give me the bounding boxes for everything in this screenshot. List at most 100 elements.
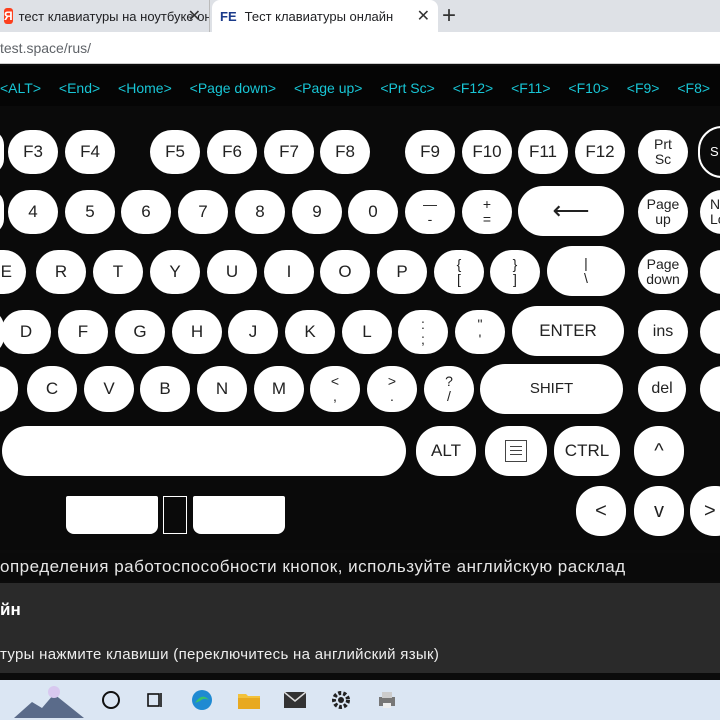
- key-c[interactable]: C: [27, 366, 77, 412]
- key-page-down[interactable]: Page down: [638, 250, 688, 294]
- key-f6[interactable]: F6: [207, 130, 257, 174]
- key-d[interactable]: D: [1, 310, 51, 354]
- key-l[interactable]: L: [342, 310, 392, 354]
- key-y[interactable]: Y: [150, 250, 200, 294]
- key-label-bottom: ': [478, 331, 482, 347]
- key-num-partial[interactable]: [700, 250, 720, 294]
- key-label-bottom: .: [390, 388, 394, 404]
- key-delete[interactable]: del: [638, 366, 686, 412]
- key-quote[interactable]: " ': [455, 310, 505, 354]
- key-7[interactable]: 7: [178, 190, 228, 234]
- key-scroll-lock-partial[interactable]: S: [698, 126, 720, 178]
- key-right-shift[interactable]: SHIFT: [480, 364, 623, 414]
- key-p[interactable]: P: [377, 250, 427, 294]
- key-f8[interactable]: F8: [320, 130, 370, 174]
- new-tab-button[interactable]: +: [442, 2, 456, 30]
- printer-app-icon[interactable]: [370, 680, 404, 720]
- key-r[interactable]: R: [36, 250, 86, 294]
- key-f10[interactable]: F10: [462, 130, 512, 174]
- key-m[interactable]: M: [254, 366, 304, 412]
- key-i[interactable]: I: [264, 250, 314, 294]
- key-8[interactable]: 8: [235, 190, 285, 234]
- weather-widget-icon[interactable]: [10, 680, 88, 720]
- key-f9[interactable]: F9: [405, 130, 455, 174]
- key-5[interactable]: 5: [65, 190, 115, 234]
- key-equals[interactable]: + =: [462, 190, 512, 234]
- key-v[interactable]: V: [84, 366, 134, 412]
- tab-keyboard-test-laptop[interactable]: Я тест клавиатуры на ноутбуке он ✕: [0, 0, 210, 32]
- settings-gear-icon[interactable]: [324, 680, 358, 720]
- key-right-bracket[interactable]: } ]: [490, 250, 540, 294]
- key-f5[interactable]: F5: [150, 130, 200, 174]
- file-explorer-icon[interactable]: [232, 680, 266, 720]
- key-4[interactable]: 4: [8, 190, 58, 234]
- key-arrow-up[interactable]: ^: [634, 426, 684, 476]
- key-comma[interactable]: < ,: [310, 366, 360, 412]
- task-view-icon[interactable]: [140, 680, 170, 720]
- search-circle-icon[interactable]: [95, 680, 127, 720]
- key-h[interactable]: H: [172, 310, 222, 354]
- key-f3[interactable]: F3: [8, 130, 58, 174]
- key-g[interactable]: G: [115, 310, 165, 354]
- mail-icon[interactable]: [278, 680, 312, 720]
- backspace-arrow-icon: ⟵: [552, 195, 590, 226]
- key-period[interactable]: > .: [367, 366, 417, 412]
- key-f2-partial[interactable]: [0, 130, 4, 174]
- key-arrow-left[interactable]: <: [576, 486, 626, 536]
- key-f12[interactable]: F12: [575, 130, 625, 174]
- key-enter[interactable]: ENTER: [512, 306, 624, 356]
- key-f4[interactable]: F4: [65, 130, 115, 174]
- key-num-partial[interactable]: [700, 366, 720, 412]
- key-insert[interactable]: ins: [638, 310, 688, 354]
- keylog-entry: <F9>: [626, 80, 660, 96]
- key-arrow-right-partial[interactable]: >: [690, 486, 720, 536]
- key-right-alt[interactable]: ALT: [416, 426, 476, 476]
- key-t[interactable]: T: [93, 250, 143, 294]
- keylog-entry: <Page down>: [189, 80, 277, 96]
- keylog-entry: <Page up>: [293, 80, 363, 96]
- address-bar[interactable]: test.space/rus/: [0, 32, 720, 64]
- key-f7[interactable]: F7: [264, 130, 314, 174]
- touchpad-right-button[interactable]: [193, 496, 285, 534]
- key-label: >: [704, 499, 716, 522]
- touchpad-middle-button[interactable]: [163, 496, 187, 534]
- key-f11[interactable]: F11: [518, 130, 568, 174]
- key-space[interactable]: [2, 426, 406, 476]
- close-tab-icon[interactable]: ✕: [417, 6, 430, 26]
- key-b[interactable]: B: [140, 366, 190, 412]
- key-n[interactable]: N: [197, 366, 247, 412]
- key-backspace[interactable]: ⟵: [518, 186, 624, 236]
- touchpad-left-button[interactable]: [66, 496, 158, 534]
- key-x-partial[interactable]: [0, 366, 18, 412]
- key-context-menu[interactable]: [485, 426, 547, 476]
- keylog-entry: <ALT>: [0, 80, 41, 96]
- fe-favicon-icon: FE: [220, 8, 237, 24]
- key-page-up[interactable]: Page up: [638, 190, 688, 234]
- key-0[interactable]: 0: [348, 190, 398, 234]
- key-num-partial[interactable]: [700, 310, 720, 354]
- key-9[interactable]: 9: [292, 190, 342, 234]
- edge-browser-icon[interactable]: [184, 680, 220, 720]
- key-slash[interactable]: ? /: [424, 366, 474, 412]
- virtual-keyboard: F3 F4 F5 F6 F7 F8 F9 F10 F11 F12 Prt Sc …: [0, 106, 720, 550]
- key-u[interactable]: U: [207, 250, 257, 294]
- tab-keyboard-test-online[interactable]: FE Тест клавиатуры онлайн ✕: [212, 0, 438, 32]
- key-f[interactable]: F: [58, 310, 108, 354]
- key-num-lock-partial[interactable]: N Lo: [700, 190, 720, 234]
- key-minus[interactable]: — -: [405, 190, 455, 234]
- close-tab-icon[interactable]: ✕: [188, 6, 201, 26]
- key-semicolon[interactable]: : ;: [398, 310, 448, 354]
- key-e[interactable]: E: [0, 250, 26, 294]
- key-print-screen[interactable]: Prt Sc: [638, 130, 688, 174]
- layout-instruction-text: определения работоспособности кнопок, ис…: [0, 553, 720, 581]
- key-j[interactable]: J: [228, 310, 278, 354]
- key-label-bottom: -: [427, 211, 433, 227]
- key-backslash[interactable]: | \: [547, 246, 625, 296]
- key-right-ctrl[interactable]: CTRL: [554, 426, 620, 476]
- key-6[interactable]: 6: [121, 190, 171, 234]
- key-3-partial[interactable]: [0, 190, 4, 234]
- key-arrow-down[interactable]: v: [634, 486, 684, 536]
- key-left-bracket[interactable]: { [: [434, 250, 484, 294]
- key-k[interactable]: K: [285, 310, 335, 354]
- key-o[interactable]: O: [320, 250, 370, 294]
